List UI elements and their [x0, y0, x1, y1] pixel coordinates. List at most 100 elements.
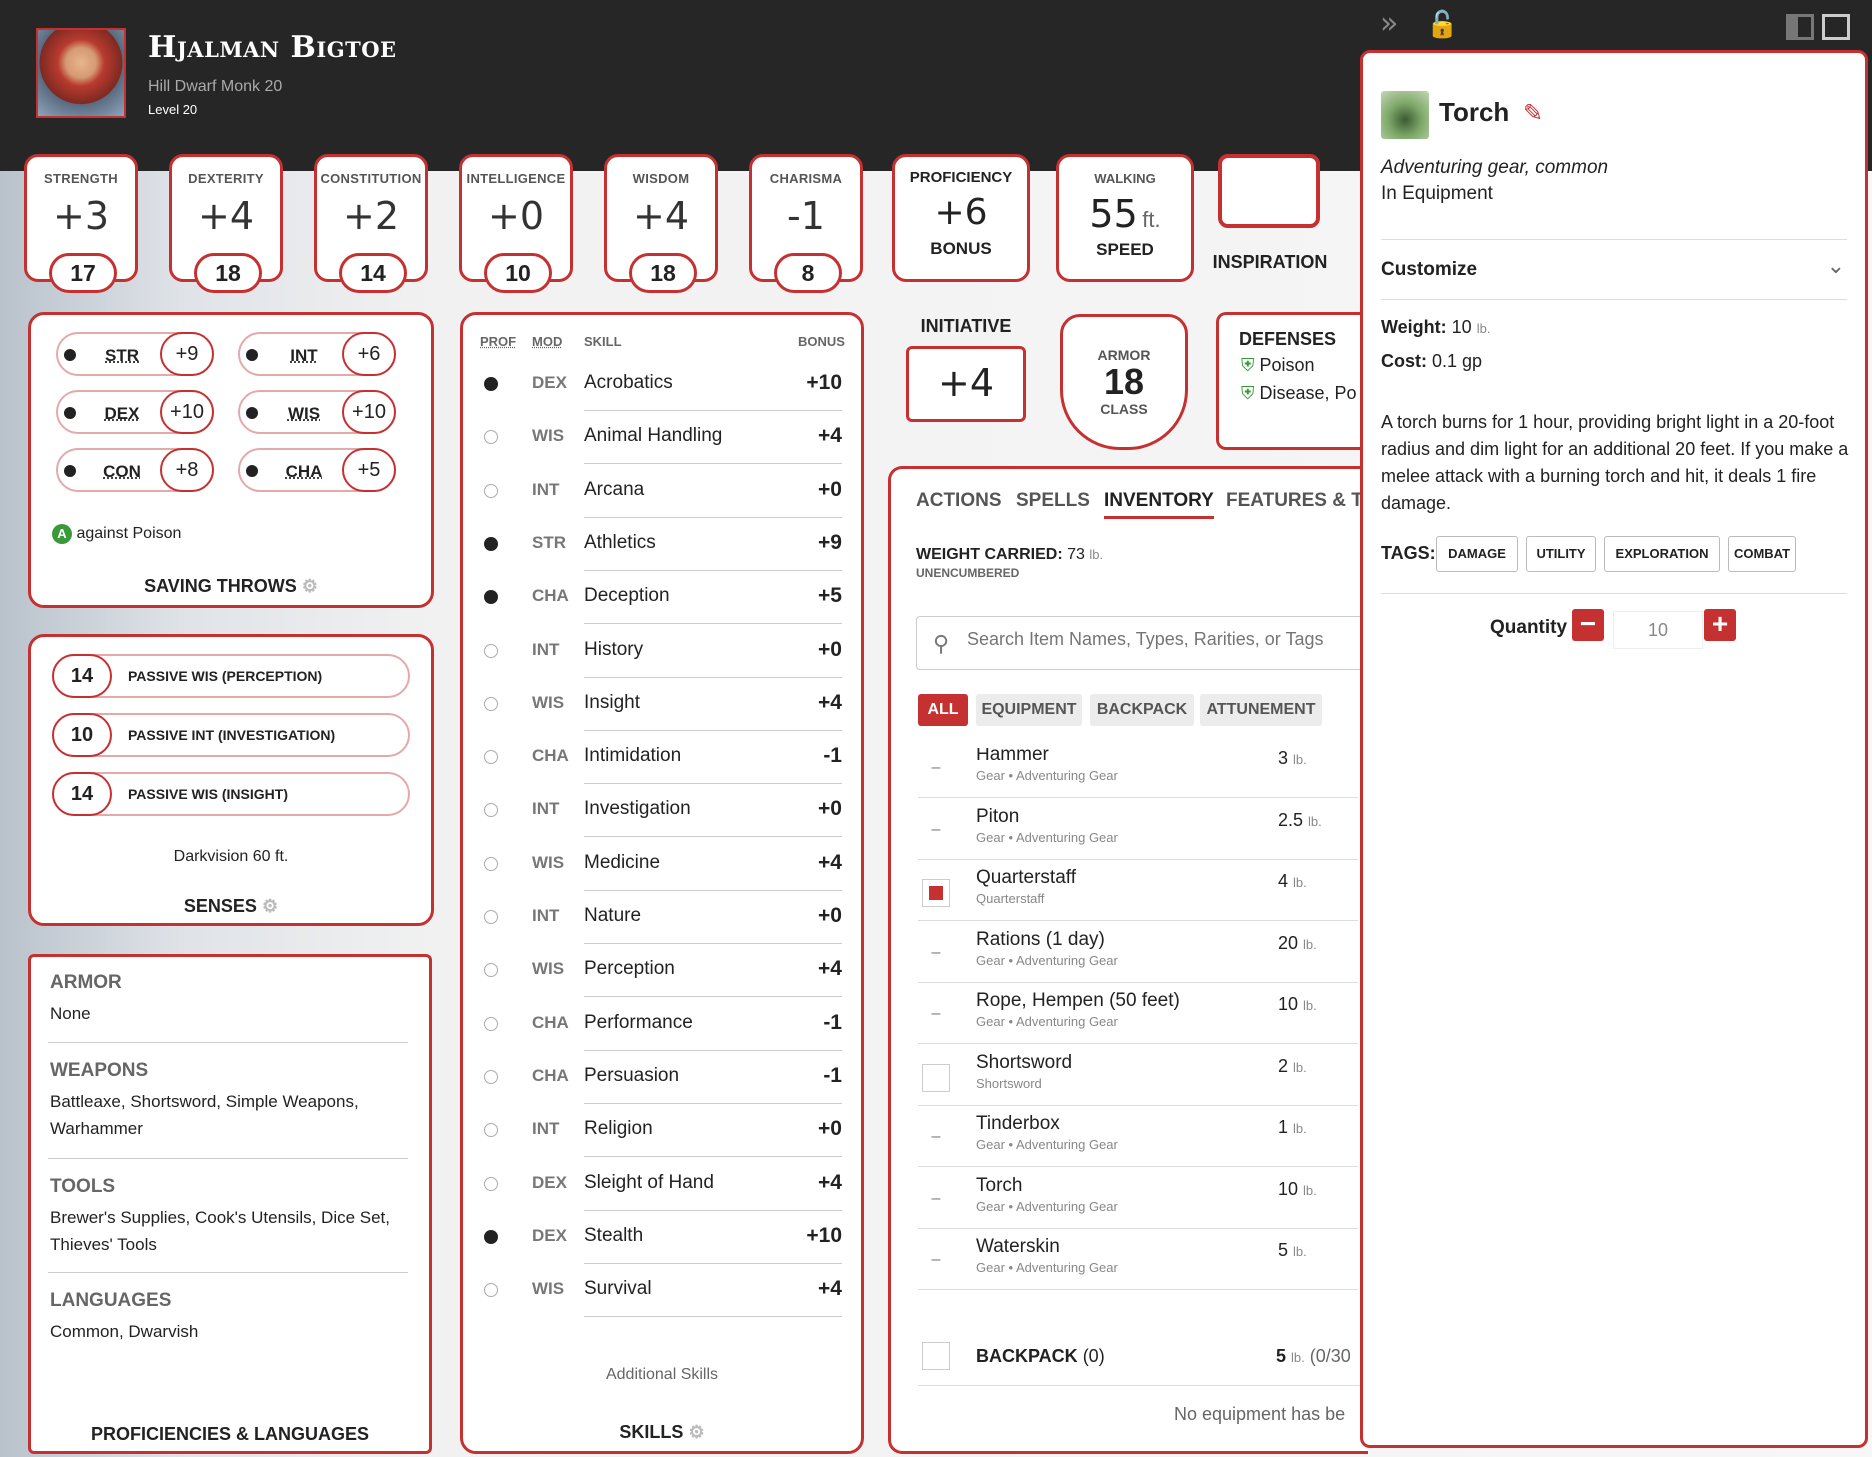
- proficiency-bonus-box: PROFICIENCY +6 BONUS: [892, 154, 1030, 282]
- ability-charisma[interactable]: CHARISMA -1 8: [749, 154, 863, 293]
- initiative-box[interactable]: +4: [906, 346, 1026, 422]
- skill-row[interactable]: WIS Survival +4: [480, 1264, 842, 1318]
- ability-constitution[interactable]: CONSTITUTION +2 14: [314, 154, 428, 293]
- proficiency-dot: [484, 696, 498, 711]
- proficiency-dot: [484, 430, 498, 445]
- equipped-checkbox[interactable]: [922, 879, 950, 907]
- tag-exploration[interactable]: EXPLORATION: [1604, 536, 1720, 572]
- ability-label: DEXTERITY: [188, 171, 264, 186]
- skill-modifier: INT: [532, 479, 560, 499]
- skill-row[interactable]: STR Athletics +9: [480, 518, 842, 571]
- search-input[interactable]: [967, 629, 1367, 650]
- weight-carried: WEIGHT CARRIED: 73 lb.: [916, 546, 1103, 564]
- skill-row[interactable]: CHA Intimidation -1: [480, 731, 842, 785]
- inventory-item[interactable]: – Rations (1 day) Gear • Adventuring Gear 2…: [918, 921, 1358, 983]
- unlock-icon[interactable]: 🔓: [1426, 10, 1458, 40]
- split-view-icon[interactable]: [1786, 14, 1814, 40]
- inventory-item[interactable]: Quarterstaff Quarterstaff 4 lb.: [918, 859, 1358, 921]
- gear-icon[interactable]: ⚙: [262, 896, 278, 916]
- ability-modifier: +0: [487, 194, 545, 238]
- chevron-down-icon[interactable]: ⌄: [1827, 253, 1845, 279]
- tab-spells[interactable]: SPELLS: [1016, 490, 1090, 512]
- item-weight-unit: lb.: [1293, 752, 1307, 767]
- saving-throw-int[interactable]: INT +6: [238, 332, 396, 376]
- inventory-item[interactable]: – Rope, Hempen (50 feet) Gear • Adventurin…: [918, 982, 1358, 1044]
- item-name: Waterskin: [976, 1236, 1060, 1257]
- filter-backpack[interactable]: BACKPACK: [1090, 694, 1194, 726]
- skill-row[interactable]: DEX Stealth +10: [480, 1211, 842, 1264]
- skill-row[interactable]: INT Religion +0: [480, 1104, 842, 1158]
- skill-row[interactable]: CHA Performance -1: [480, 998, 842, 1051]
- backpack-header[interactable]: BACKPACK (0): [976, 1346, 1105, 1367]
- proficiency-dot: [484, 377, 498, 391]
- filter-all[interactable]: ALL: [918, 694, 968, 726]
- inventory-item[interactable]: Shortsword Shortsword 2 lb.: [918, 1044, 1358, 1106]
- inventory-item[interactable]: – Piton Gear • Adventuring Gear 2.5 lb.: [918, 798, 1358, 860]
- skill-row[interactable]: DEX Acrobatics +10: [480, 358, 842, 411]
- tab-inventory[interactable]: INVENTORY: [1104, 490, 1214, 519]
- skill-row[interactable]: DEX Sleight of Hand +4: [480, 1158, 842, 1211]
- ability-dexterity[interactable]: DEXTERITY +4 18: [169, 154, 283, 293]
- inventory-item[interactable]: – Waterskin Gear • Adventuring Gear 5 lb.: [918, 1228, 1358, 1290]
- saving-throw-str[interactable]: STR +9: [56, 332, 214, 376]
- item-description: A torch burns for 1 hour, providing brig…: [1381, 412, 1849, 513]
- saving-throw-con[interactable]: CON +8: [56, 448, 214, 492]
- tab-actions[interactable]: ACTIONS: [916, 490, 1002, 512]
- skill-row[interactable]: INT Nature +0: [480, 891, 842, 944]
- passive-sense[interactable]: 14 PASSIVE WIS (PERCEPTION): [52, 654, 410, 698]
- skill-row[interactable]: CHA Deception +5: [480, 571, 842, 625]
- backpack-checkbox[interactable]: [922, 1342, 950, 1370]
- skill-row[interactable]: WIS Animal Handling +4: [480, 411, 842, 465]
- advantage-icon: A: [52, 524, 72, 544]
- passive-sense[interactable]: 10 PASSIVE INT (INVESTIGATION): [52, 713, 410, 757]
- skill-bonus: +0: [818, 797, 842, 821]
- equipped-checkbox[interactable]: [922, 1063, 950, 1092]
- tag-combat[interactable]: COMBAT: [1728, 536, 1796, 572]
- item-name: Quarterstaff: [976, 867, 1076, 888]
- ability-wisdom[interactable]: WISDOM +4 18: [604, 154, 718, 293]
- skill-row[interactable]: WIS Insight +4: [480, 678, 842, 731]
- inventory-search[interactable]: ⚲: [916, 616, 1368, 670]
- customize-toggle[interactable]: Customize: [1381, 259, 1477, 281]
- inventory-item[interactable]: – Torch Gear • Adventuring Gear 10 lb.: [918, 1167, 1358, 1229]
- ability-strength[interactable]: STRENGTH +3 17: [24, 154, 138, 293]
- skill-row[interactable]: WIS Perception +4: [480, 944, 842, 998]
- weight-value: 10: [1451, 317, 1472, 337]
- edit-pencil-icon[interactable]: ✎: [1523, 99, 1543, 128]
- filter-attunement[interactable]: ATTUNEMENT: [1200, 694, 1322, 726]
- quantity-decrease-button[interactable]: −: [1572, 609, 1604, 641]
- full-view-icon[interactable]: [1822, 14, 1850, 40]
- passive-sense[interactable]: 14 PASSIVE WIS (INSIGHT): [52, 772, 410, 816]
- skill-row[interactable]: INT Investigation +0: [480, 784, 842, 838]
- proficiency-dot: [484, 1229, 498, 1244]
- saving-throw-dex[interactable]: DEX +10: [56, 390, 214, 434]
- skill-row[interactable]: INT History +0: [480, 625, 842, 678]
- ability-intelligence[interactable]: INTELLIGENCE +0 10: [459, 154, 573, 293]
- saving-throw-wis[interactable]: WIS +10: [238, 390, 396, 434]
- skill-name: Persuasion: [584, 1064, 680, 1086]
- filter-equipment[interactable]: EQUIPMENT: [976, 694, 1082, 726]
- item-weight: 4 lb.: [1278, 871, 1307, 892]
- gear-icon[interactable]: ⚙: [302, 576, 318, 596]
- skill-row[interactable]: INT Arcana +0: [480, 465, 842, 518]
- tag-utility[interactable]: UTILITY: [1526, 536, 1596, 572]
- skill-row[interactable]: CHA Persuasion -1: [480, 1051, 842, 1104]
- quantity-increase-button[interactable]: +: [1704, 609, 1736, 641]
- tab-features-tr[interactable]: FEATURES & TR: [1226, 490, 1368, 512]
- inspiration-toggle[interactable]: [1218, 154, 1320, 228]
- cost-value: 0.1 gp: [1432, 351, 1483, 371]
- character-avatar[interactable]: [36, 28, 126, 118]
- inventory-item[interactable]: – Hammer Gear • Adventuring Gear 3 lb.: [918, 748, 1358, 798]
- saving-throw-cha[interactable]: CHA +5: [238, 448, 396, 492]
- quantity-input[interactable]: [1613, 611, 1703, 649]
- gear-icon[interactable]: ⚙: [688, 1422, 704, 1442]
- defenses-box[interactable]: DEFENSES ⛨ Poison ⛨ Disease, Po: [1216, 312, 1366, 450]
- additional-skills-link[interactable]: Additional Skills: [460, 1366, 864, 1384]
- quantity-label: Quantity: [1490, 617, 1568, 638]
- unequippable-dash: –: [931, 820, 941, 838]
- tag-damage[interactable]: DAMAGE: [1436, 536, 1518, 572]
- inventory-item[interactable]: – Tinderbox Gear • Adventuring Gear 1 lb.: [918, 1105, 1358, 1167]
- fast-forward-icon[interactable]: »: [1380, 6, 1398, 41]
- skill-row[interactable]: WIS Medicine +4: [480, 838, 842, 891]
- proficiency-label: PROFICIENCY: [909, 169, 1013, 186]
